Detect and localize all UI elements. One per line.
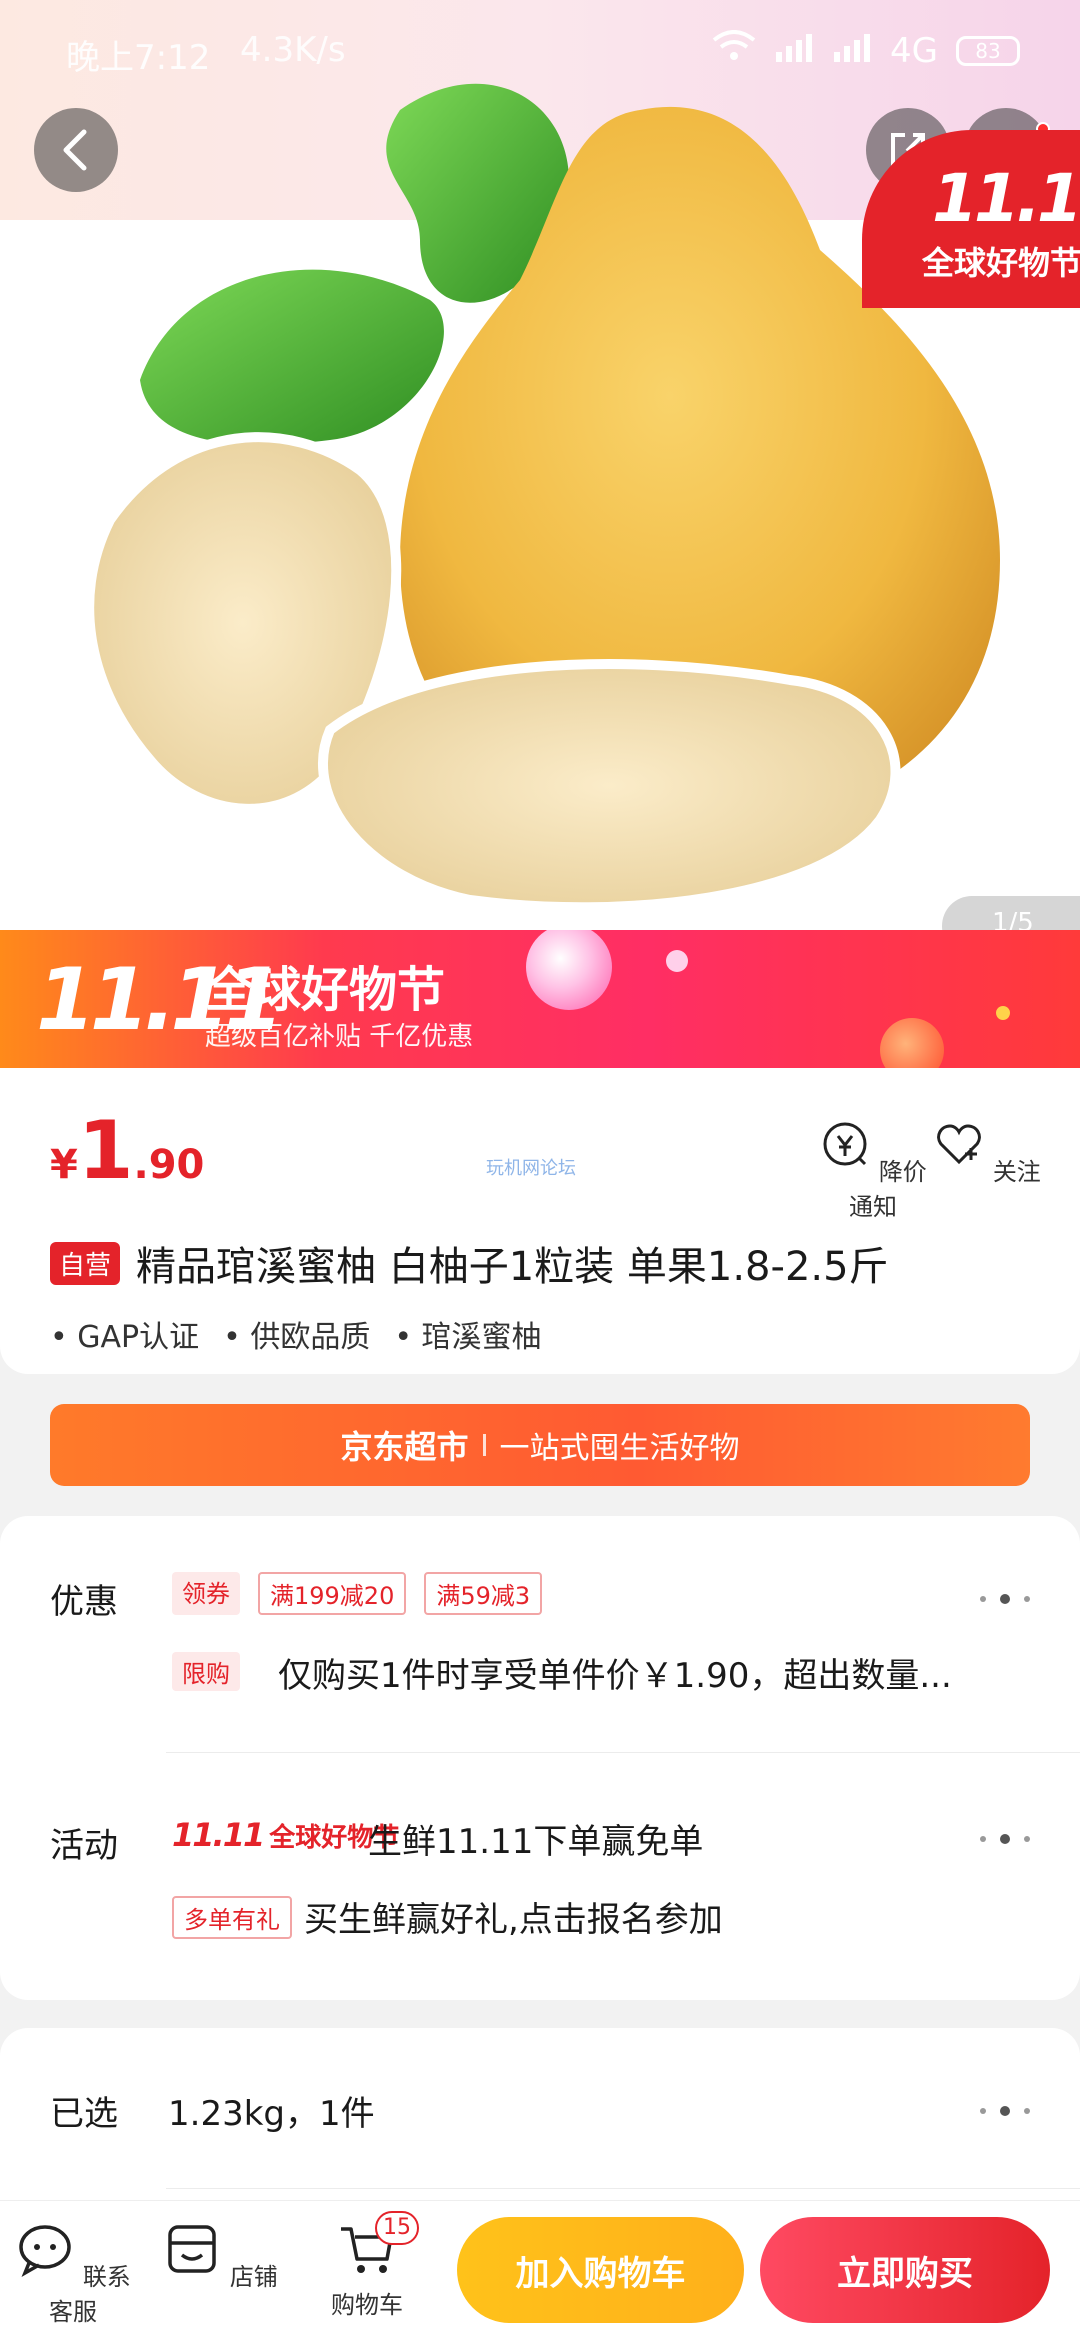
decor-ball-icon [880, 1018, 944, 1068]
product-info-card: ¥ 1 .90 玩机网论坛 降价通知 关注 自营 精品琯溪蜜柚 白柚子1粒装 单… [0, 1068, 1080, 1374]
activity-more-icon[interactable] [980, 1834, 1030, 1844]
shop-label: 店铺 [229, 2263, 278, 2291]
jd-supermarket-banner[interactable]: 京东超市 一站式囤生活好物 [50, 1404, 1030, 1486]
shop-icon [168, 2225, 216, 2273]
self-operated-tag: 自营 [50, 1241, 121, 1285]
feature-list: • GAP认证 • 供欧品质 • 琯溪蜜柚 [50, 1312, 542, 1356]
status-bar: 晚上7:12 4.3K/s 4G 83 [0, 0, 1080, 100]
chat-icon [19, 2225, 71, 2278]
follow-button[interactable]: 关注 [932, 1118, 1042, 1187]
shop-button[interactable]: 店铺 [155, 2219, 285, 2292]
selected-more-icon[interactable] [980, 2106, 1030, 2116]
cart-label: 购物车 [331, 2291, 403, 2319]
festival-banner-subtitle: 超级百亿补贴 千亿优惠 [205, 1022, 474, 1052]
wifi-icon [712, 30, 756, 71]
price-integer: 1 [77, 1104, 134, 1197]
product-title-row: 自营 精品琯溪蜜柚 白柚子1粒装 单果1.8-2.5斤 [50, 1234, 889, 1292]
festival-logo-small: 11.11 全球好物节 [172, 1816, 399, 1854]
multi-order-tag: 多单有礼 [172, 1896, 292, 1939]
divider [166, 1752, 1080, 1753]
discount-more-icon[interactable] [980, 1594, 1030, 1604]
customer-service-button[interactable]: 联系客服 [8, 2219, 138, 2327]
bottom-action-bar: 联系客服 店铺 15 购物车 加入购物车 立即购买 [0, 2200, 1080, 2340]
supermarket-brand: 京东超市 [340, 1428, 469, 1466]
status-time: 晚上7:12 [66, 38, 211, 78]
discount-label: 优惠 [50, 1582, 118, 1622]
purchase-limit-text[interactable]: 仅购买1件时享受单件价￥1.90，超出数量... [278, 1648, 952, 1697]
festival-banner[interactable]: 11.11 全球好物节 超级百亿补贴 千亿优惠 [0, 930, 1080, 1068]
price-alert-icon [823, 1122, 867, 1166]
activity-line-1[interactable]: 生鲜11.11下单赢免单 [368, 1814, 703, 1863]
feature-item: • 琯溪蜜柚 [394, 1320, 542, 1355]
cart-nav-button[interactable]: 15 购物车 [302, 2211, 432, 2320]
festival-corner-logo: 11.11 [932, 160, 1080, 237]
selected-value: 1.23kg，1件 [168, 2094, 375, 2134]
cart-icon-wrap: 15 [337, 2211, 419, 2279]
activity-line-2[interactable]: 买生鲜赢好礼,点击报名参加 [304, 1892, 723, 1941]
feature-item: • 供欧品质 [223, 1320, 371, 1355]
cart-count-badge: 15 [375, 2211, 419, 2245]
decor-dot-icon [666, 950, 688, 972]
heart-icon [937, 1124, 982, 1165]
price: ¥ 1 .90 [50, 1104, 204, 1197]
buy-now-button[interactable]: 立即购买 [760, 2217, 1050, 2323]
coupon-chip[interactable]: 满59减3 [424, 1572, 543, 1615]
divider [482, 1434, 486, 1456]
follow-label: 关注 [992, 1158, 1041, 1186]
purchase-limit-tag: 限购 [172, 1652, 240, 1691]
network-type: 4G [890, 30, 938, 71]
decor-ball-icon [526, 930, 612, 1010]
activity-label: 活动 [50, 1826, 118, 1866]
supermarket-slogan: 一站式囤生活好物 [499, 1431, 740, 1466]
festival-corner-text: 全球好物节 [922, 244, 1080, 282]
signal-icon [774, 31, 814, 71]
watermark: 玩机网论坛 [486, 1158, 576, 1179]
product-title: 精品琯溪蜜柚 白柚子1粒装 单果1.8-2.5斤 [136, 1244, 889, 1290]
chevron-left-icon [63, 129, 87, 171]
selected-label: 已选 [50, 2094, 118, 2134]
festival-logo-number: 11.11 [172, 1816, 265, 1854]
battery-icon: 83 [956, 35, 1020, 66]
price-alert-button[interactable]: 降价通知 [818, 1118, 928, 1222]
back-button[interactable] [34, 108, 118, 192]
decor-dot-icon [996, 1006, 1010, 1020]
festival-banner-title: 全球好物节 [205, 962, 446, 1018]
status-speed: 4.3K/s [240, 30, 346, 70]
price-decimal: .90 [133, 1142, 205, 1188]
product-image-carousel[interactable]: 晚上7:12 4.3K/s 4G 83 11.11 全球好物节 1/5 [0, 0, 1080, 930]
image-counter: 1/5 [942, 896, 1080, 930]
coupon-row[interactable]: 领券 满199减20 满59减3 [172, 1572, 543, 1615]
signal-icon-2 [832, 31, 872, 71]
add-to-cart-button[interactable]: 加入购物车 [457, 2217, 744, 2323]
promotion-card: 优惠 领券 满199减20 满59减3 限购 仅购买1件时享受单件价￥1.90，… [0, 1516, 1080, 2000]
coupon-tag: 领券 [172, 1572, 240, 1615]
price-currency: ¥ [50, 1142, 78, 1188]
coupon-chip[interactable]: 满199减20 [258, 1572, 407, 1615]
divider [166, 2188, 1080, 2189]
feature-item: • GAP认证 [50, 1320, 200, 1355]
